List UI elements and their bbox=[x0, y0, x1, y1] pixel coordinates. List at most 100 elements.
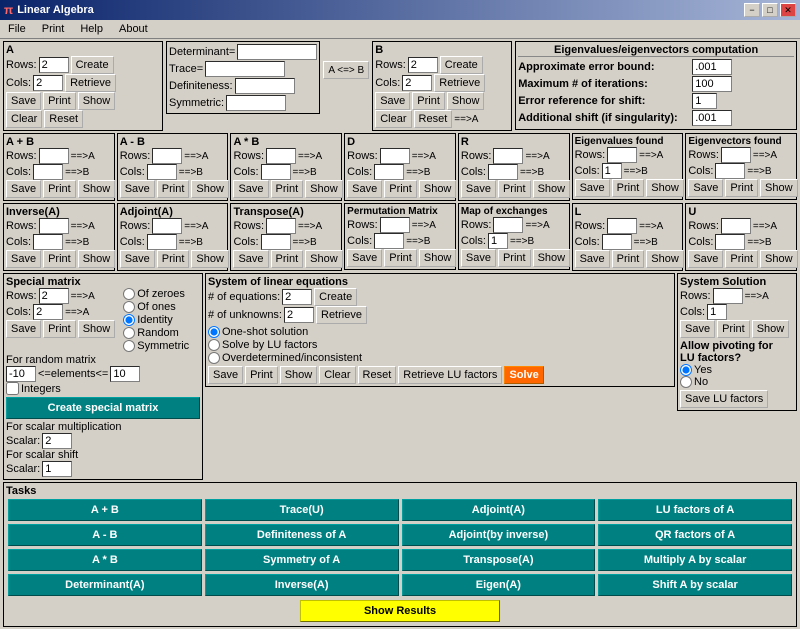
sm-min-input[interactable] bbox=[6, 366, 36, 382]
matrix-b-create-button[interactable]: Create bbox=[440, 56, 483, 74]
sm-scalar-mult-input[interactable] bbox=[42, 433, 72, 449]
r-rows[interactable] bbox=[493, 148, 523, 164]
r-show[interactable]: Show bbox=[533, 180, 571, 198]
task-shift-scalar[interactable]: Shift A by scalar bbox=[598, 574, 792, 596]
adj-save[interactable]: Save bbox=[120, 250, 155, 268]
sym-value[interactable] bbox=[226, 95, 286, 111]
perm-show[interactable]: Show bbox=[419, 249, 457, 267]
atb-cols[interactable] bbox=[261, 164, 291, 180]
r-save[interactable]: Save bbox=[461, 180, 496, 198]
trace-value[interactable] bbox=[205, 61, 285, 77]
u-rows[interactable] bbox=[721, 218, 751, 234]
sm-scalar-shift-input[interactable] bbox=[42, 461, 72, 477]
task-multiply-scalar[interactable]: Multiply A by scalar bbox=[598, 549, 792, 571]
le-over-radio[interactable] bbox=[208, 352, 220, 364]
perm-rows[interactable] bbox=[380, 217, 410, 233]
task-adjoint[interactable]: Adjoint(A) bbox=[402, 499, 596, 521]
inv-rows[interactable] bbox=[39, 218, 69, 234]
matrix-b-save-button[interactable]: Save bbox=[375, 92, 410, 110]
menu-print[interactable]: Print bbox=[38, 22, 69, 36]
sm-symmetric-radio[interactable] bbox=[123, 340, 135, 352]
matrix-a-rows-input[interactable] bbox=[39, 57, 69, 73]
ef-show[interactable]: Show bbox=[646, 179, 684, 197]
evf-cols[interactable] bbox=[715, 163, 745, 179]
ef-cols[interactable] bbox=[602, 163, 622, 179]
d-show[interactable]: Show bbox=[419, 180, 457, 198]
inv-show[interactable]: Show bbox=[78, 250, 116, 268]
ss-print[interactable]: Print bbox=[717, 320, 750, 338]
adj-show[interactable]: Show bbox=[191, 250, 229, 268]
le-create-button[interactable]: Create bbox=[314, 288, 357, 306]
matrix-a-cols-input[interactable] bbox=[33, 75, 63, 91]
amb-save[interactable]: Save bbox=[120, 180, 155, 198]
evf-show[interactable]: Show bbox=[760, 179, 798, 197]
save-lu-button[interactable]: Save LU factors bbox=[680, 390, 768, 408]
task-amb[interactable]: A - B bbox=[8, 524, 202, 546]
le-show[interactable]: Show bbox=[280, 366, 318, 384]
perm-print[interactable]: Print bbox=[384, 249, 417, 267]
adj-rows[interactable] bbox=[152, 218, 182, 234]
task-inverse[interactable]: Inverse(A) bbox=[205, 574, 399, 596]
adj-print[interactable]: Print bbox=[157, 250, 190, 268]
le-clear[interactable]: Clear bbox=[319, 366, 355, 384]
ef-rows[interactable] bbox=[607, 147, 637, 163]
inv-save[interactable]: Save bbox=[6, 250, 41, 268]
atb-show[interactable]: Show bbox=[305, 180, 343, 198]
task-transpose[interactable]: Transpose(A) bbox=[402, 549, 596, 571]
minimize-button[interactable]: − bbox=[744, 3, 760, 17]
sm-cols-input[interactable] bbox=[33, 304, 63, 320]
sm-max-input[interactable] bbox=[110, 366, 140, 382]
sm-show[interactable]: Show bbox=[78, 320, 116, 338]
apb-cols[interactable] bbox=[33, 164, 63, 180]
task-apb[interactable]: A + B bbox=[8, 499, 202, 521]
map-show[interactable]: Show bbox=[533, 249, 571, 267]
d-save[interactable]: Save bbox=[347, 180, 382, 198]
matrix-b-print-button[interactable]: Print bbox=[412, 92, 445, 110]
trans-show[interactable]: Show bbox=[305, 250, 343, 268]
det-value[interactable] bbox=[237, 44, 317, 60]
adj-cols[interactable] bbox=[147, 234, 177, 250]
apb-print[interactable]: Print bbox=[43, 180, 76, 198]
matrix-a-create-button[interactable]: Create bbox=[71, 56, 114, 74]
ef-print[interactable]: Print bbox=[612, 179, 645, 197]
amb-rows[interactable] bbox=[152, 148, 182, 164]
sm-save[interactable]: Save bbox=[6, 320, 41, 338]
task-trace[interactable]: Trace(U) bbox=[205, 499, 399, 521]
trans-cols[interactable] bbox=[261, 234, 291, 250]
inv-cols[interactable] bbox=[33, 234, 63, 250]
apb-show[interactable]: Show bbox=[78, 180, 116, 198]
matrix-a-print-button[interactable]: Print bbox=[43, 92, 76, 110]
le-print[interactable]: Print bbox=[245, 366, 278, 384]
le-retrieve-lu[interactable]: Retrieve LU factors bbox=[398, 366, 502, 384]
sm-random-radio[interactable] bbox=[123, 327, 135, 339]
amb-print[interactable]: Print bbox=[157, 180, 190, 198]
perm-cols[interactable] bbox=[374, 233, 404, 249]
l-save[interactable]: Save bbox=[575, 250, 610, 268]
task-atb[interactable]: A * B bbox=[8, 549, 202, 571]
apb-save[interactable]: Save bbox=[6, 180, 41, 198]
u-save[interactable]: Save bbox=[688, 250, 723, 268]
task-qr-factors[interactable]: QR factors of A bbox=[598, 524, 792, 546]
map-rows[interactable] bbox=[493, 217, 523, 233]
d-print[interactable]: Print bbox=[384, 180, 417, 198]
task-lu-factors[interactable]: LU factors of A bbox=[598, 499, 792, 521]
le-retrieve-button[interactable]: Retrieve bbox=[316, 306, 367, 324]
le-solve-button[interactable]: Solve bbox=[504, 366, 543, 384]
le-save[interactable]: Save bbox=[208, 366, 243, 384]
matrix-a-retrieve-button[interactable]: Retrieve bbox=[65, 74, 116, 92]
map-print[interactable]: Print bbox=[498, 249, 531, 267]
l-rows[interactable] bbox=[607, 218, 637, 234]
trans-rows[interactable] bbox=[266, 218, 296, 234]
u-print[interactable]: Print bbox=[725, 250, 758, 268]
le-oneshot-radio[interactable] bbox=[208, 326, 220, 338]
task-definiteness[interactable]: Definiteness of A bbox=[205, 524, 399, 546]
evf-print[interactable]: Print bbox=[725, 179, 758, 197]
matrix-b-clear-button[interactable]: Clear bbox=[375, 110, 411, 128]
sm-create-button[interactable]: Create special matrix bbox=[6, 397, 200, 419]
sm-rows-input[interactable] bbox=[39, 288, 69, 304]
u-cols[interactable] bbox=[715, 234, 745, 250]
task-adjoint-inv[interactable]: Adjoint(by inverse) bbox=[402, 524, 596, 546]
l-show[interactable]: Show bbox=[646, 250, 684, 268]
matrix-b-cols-input[interactable] bbox=[402, 75, 432, 91]
ef-save[interactable]: Save bbox=[575, 179, 610, 197]
